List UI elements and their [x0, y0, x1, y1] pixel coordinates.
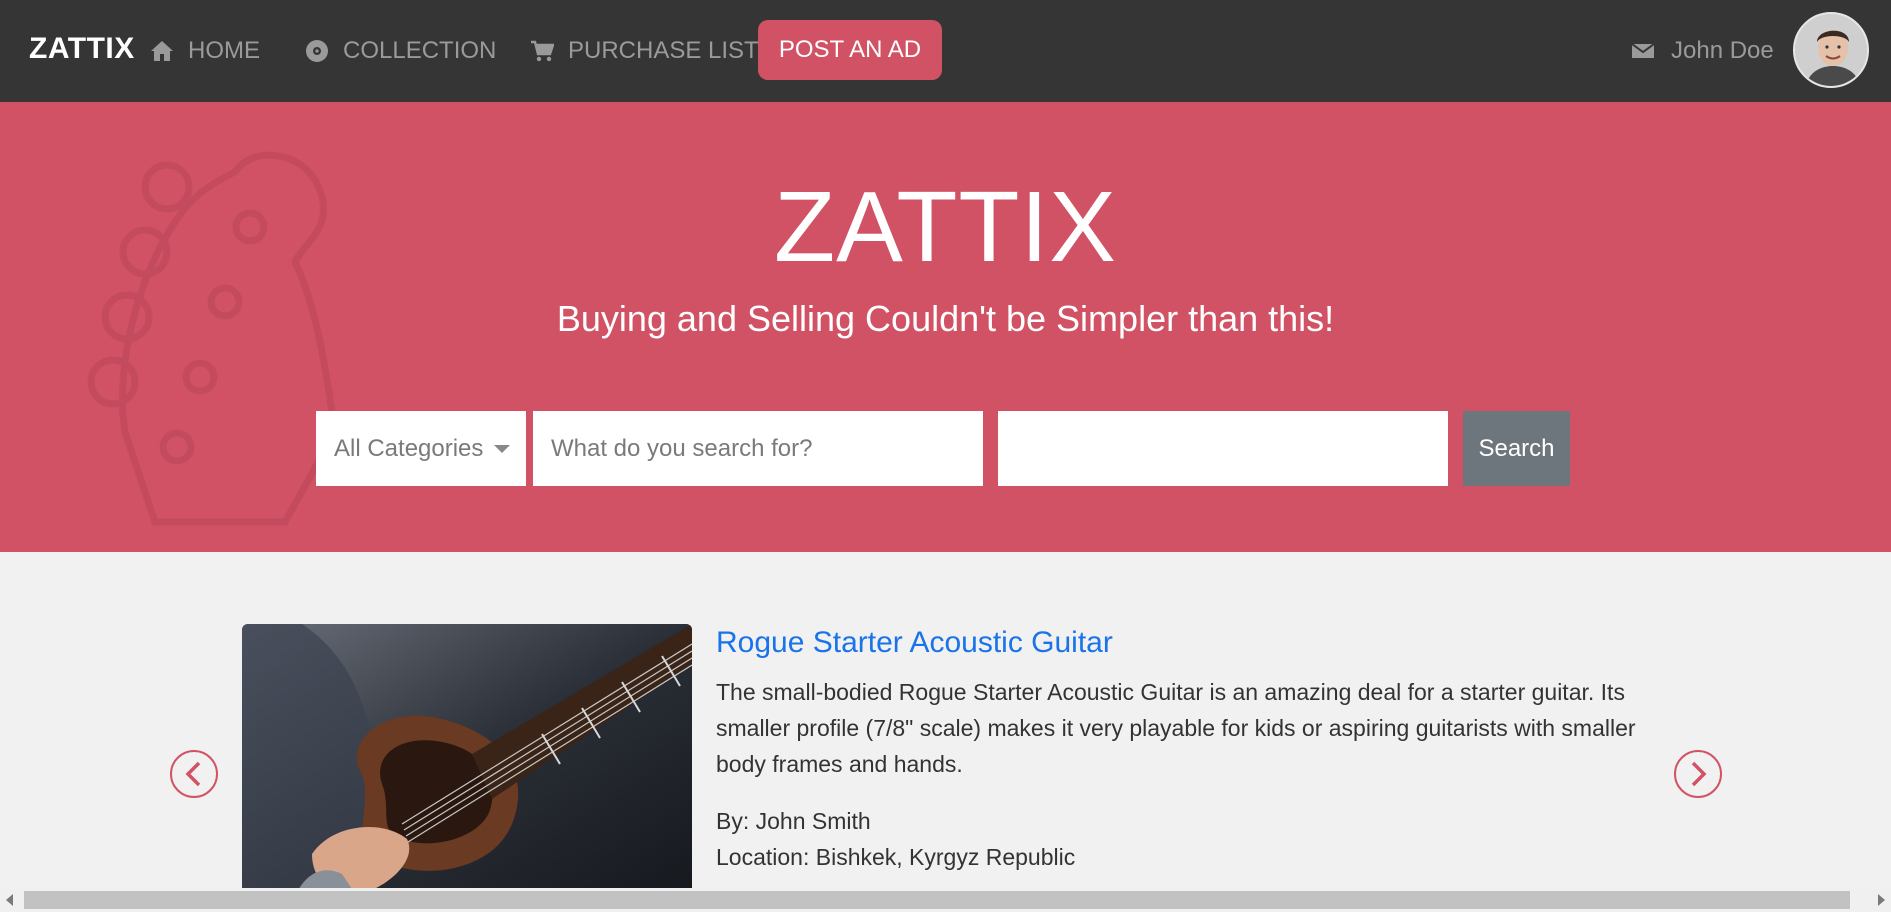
horizontal-scrollbar[interactable] — [0, 888, 1891, 912]
product-description: The small-bodied Rogue Starter Acoustic … — [716, 679, 1636, 777]
top-navbar: ZATTIX HOME COLLECTION PURCHASE LIST POS… — [0, 0, 1891, 102]
nav-home-label: HOME — [188, 37, 260, 64]
scroll-right-arrow-icon[interactable] — [1878, 894, 1885, 906]
user-avatar-photo — [1795, 14, 1867, 86]
hero-banner: ZATTIX Buying and Selling Couldn't be Si… — [0, 102, 1891, 552]
nav-purchase-list-link[interactable]: PURCHASE LIST — [530, 36, 759, 66]
carousel-next-button[interactable] — [1674, 750, 1722, 798]
chevron-left-icon — [185, 761, 201, 787]
nav-collection-label: COLLECTION — [343, 37, 497, 64]
carousel-prev-button[interactable] — [170, 750, 218, 798]
product-location: Location: Bishkek, Kyrgyz Republic — [716, 844, 1076, 870]
user-messages-link[interactable]: John Doe — [1631, 36, 1774, 66]
location-input[interactable] — [998, 411, 1448, 486]
chevron-right-icon — [1691, 761, 1707, 787]
product-seller: By: John Smith — [716, 808, 871, 834]
category-select[interactable]: All Categories — [316, 411, 526, 486]
category-select-value: All Categories — [334, 434, 484, 462]
cart-icon — [531, 40, 554, 62]
product-carousel: Rogue Starter Acoustic Guitar The small-… — [0, 552, 1891, 888]
user-name: John Doe — [1671, 37, 1774, 64]
hero-subtitle: Buying and Selling Couldn't be Simpler t… — [556, 298, 1335, 339]
search-button[interactable]: Search — [1463, 411, 1570, 486]
hero-title: ZATTIX — [773, 171, 1117, 283]
nav-purchase-list-label: PURCHASE LIST — [568, 37, 759, 64]
post-ad-button[interactable]: POST AN AD — [758, 20, 942, 80]
product-image[interactable] — [242, 624, 692, 888]
home-icon — [151, 41, 173, 61]
disc-icon — [306, 40, 328, 62]
product-title-link[interactable]: Rogue Starter Acoustic Guitar — [716, 626, 1113, 660]
scrollbar-thumb[interactable] — [24, 891, 1850, 909]
chevron-down-icon — [494, 445, 510, 453]
brand-logo[interactable]: ZATTIX — [29, 32, 135, 66]
envelope-icon — [1631, 43, 1655, 58]
nav-collection-link[interactable]: COLLECTION — [305, 36, 496, 66]
nav-home-link[interactable]: HOME — [150, 36, 260, 66]
scroll-left-arrow-icon[interactable] — [6, 894, 13, 906]
avatar[interactable] — [1793, 12, 1869, 88]
guitar-photo — [242, 624, 692, 888]
search-input[interactable] — [533, 411, 983, 486]
